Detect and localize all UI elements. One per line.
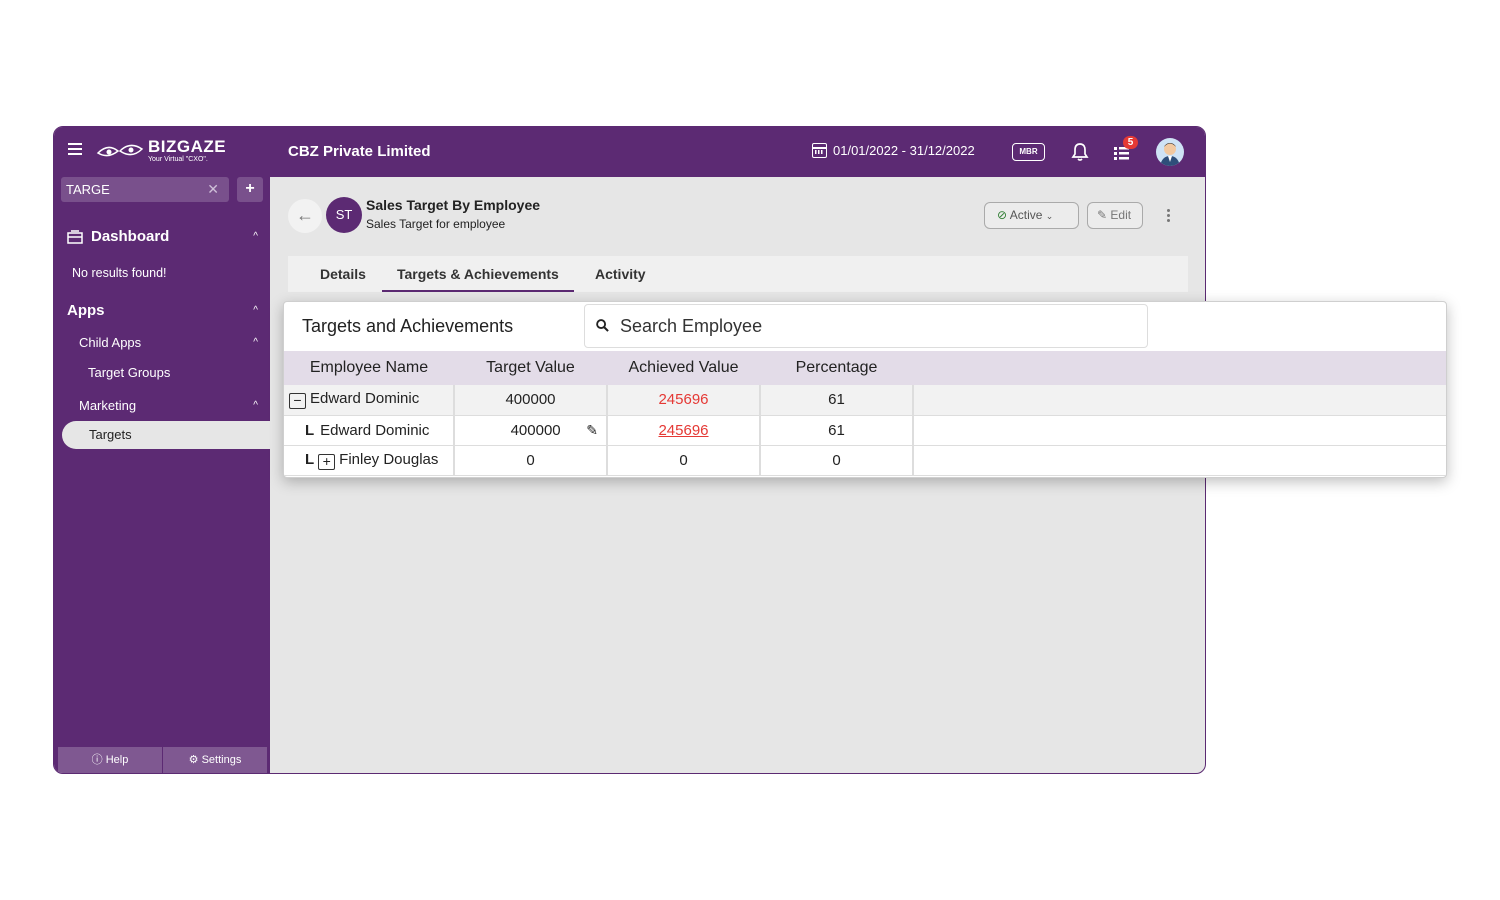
- employee-name-cell: L Edward Dominic: [284, 415, 455, 446]
- sidebar-item-targets[interactable]: Targets: [62, 421, 272, 449]
- status-dropdown[interactable]: ⊘ Active ⌄: [984, 202, 1079, 229]
- sidebar-label-child-apps: Child Apps: [79, 335, 142, 350]
- chevron-up-icon: ^: [253, 400, 258, 411]
- sidebar: TARGE ✕ + Dashboard ^ No results found! …: [54, 177, 272, 773]
- date-range-picker[interactable]: 01/01/2022 - 31/12/2022: [812, 143, 975, 158]
- percentage-cell: 61: [760, 385, 914, 416]
- help-icon: ⓘ: [91, 754, 103, 766]
- record-tabs: Details Targets & Achievements Activity: [288, 256, 1188, 292]
- settings-button[interactable]: ⚙ Settings: [163, 747, 267, 773]
- chevron-up-icon: ^: [253, 337, 258, 348]
- table-row[interactable]: − Edward Dominic 400000 245696 61: [284, 385, 1446, 416]
- calendar-icon: [812, 143, 827, 158]
- employee-name-cell: − Edward Dominic: [284, 385, 455, 416]
- tree-branch-icon: L: [305, 421, 315, 439]
- help-button[interactable]: ⓘ Help: [58, 747, 163, 773]
- logo-tagline: Your Virtual "CXO".: [148, 156, 208, 163]
- targets-panel: Targets and Achievements Search Employee…: [283, 301, 1447, 478]
- search-placeholder: Search Employee: [620, 316, 763, 336]
- back-arrow-icon[interactable]: ←: [288, 199, 322, 233]
- help-label: Help: [105, 754, 129, 766]
- table-header-row: Employee Name Target Value Achieved Valu…: [284, 351, 1446, 385]
- sidebar-search-input[interactable]: TARGE ✕: [61, 177, 229, 202]
- notification-badge: 5: [1123, 136, 1138, 149]
- sidebar-search-value: TARGE: [66, 182, 110, 197]
- dashboard-icon: [67, 230, 83, 244]
- sidebar-label-dashboard: Dashboard: [91, 228, 170, 245]
- percentage-cell: 61: [760, 415, 914, 446]
- target-value-cell: 400000: [454, 385, 608, 416]
- targets-table: Employee Name Target Value Achieved Valu…: [284, 351, 1446, 476]
- tab-activity[interactable]: Activity: [595, 256, 646, 292]
- mbr-button[interactable]: MBR: [1012, 143, 1045, 161]
- achieved-value-cell: 245696: [607, 385, 761, 416]
- panel-title: Targets and Achievements: [302, 316, 514, 336]
- record-avatar: ST: [326, 197, 362, 233]
- target-value: 400000: [510, 421, 561, 439]
- pencil-icon: ✎: [1097, 208, 1108, 222]
- user-avatar[interactable]: [1156, 138, 1184, 166]
- edit-label: Edit: [1110, 208, 1132, 222]
- employee-search-input[interactable]: Search Employee: [584, 304, 1148, 348]
- spacer-cell: [913, 385, 1446, 416]
- chevron-up-icon: ^: [253, 305, 258, 316]
- table-row[interactable]: L + Finley Douglas 0 0 0: [284, 445, 1446, 476]
- column-header[interactable]: Employee Name: [284, 351, 454, 385]
- employee-name: Edward Dominic: [320, 421, 430, 439]
- employee-name: Edward Dominic: [310, 390, 420, 408]
- target-value-cell: 0: [454, 445, 608, 476]
- tab-targets-achievements[interactable]: Targets & Achievements: [382, 256, 574, 292]
- check-circle-icon: ⊘: [997, 208, 1008, 222]
- sidebar-label-target-groups: Target Groups: [88, 365, 171, 380]
- bell-icon[interactable]: [1071, 142, 1089, 162]
- expand-icon[interactable]: +: [318, 453, 336, 470]
- table-row[interactable]: L Edward Dominic 400000 ✎ 245696 61: [284, 415, 1446, 446]
- chevron-up-icon: ^: [253, 231, 258, 242]
- bizgaze-logo[interactable]: BIZGAZE Your Virtual "CXO".: [96, 137, 236, 167]
- record-title: Sales Target By Employee: [366, 197, 541, 213]
- logo-text: BIZGAZE: [148, 137, 227, 156]
- date-range-text: 01/01/2022 - 31/12/2022: [833, 143, 975, 158]
- sidebar-footer: ⓘ Help ⚙ Settings: [58, 747, 267, 773]
- tree-branch-icon: L: [305, 450, 315, 468]
- achieved-value-cell: 0: [607, 445, 761, 476]
- edit-button[interactable]: ✎ Edit: [1087, 202, 1143, 229]
- top-bar: BIZGAZE Your Virtual "CXO". CBZ Private …: [54, 127, 1205, 177]
- achieved-value-cell[interactable]: 245696: [607, 415, 761, 446]
- more-options-icon[interactable]: [1167, 209, 1171, 224]
- employee-name: Finley Douglas: [339, 450, 439, 468]
- achieved-value-link[interactable]: 245696: [658, 422, 708, 439]
- column-header[interactable]: Target Value: [454, 351, 607, 385]
- spacer-cell: [913, 415, 1446, 446]
- logo-eyes-icon: [96, 144, 144, 157]
- status-label: Active: [1009, 208, 1043, 222]
- gear-icon: ⚙: [188, 754, 199, 766]
- settings-label: Settings: [201, 754, 242, 766]
- search-icon: [596, 319, 609, 332]
- target-value-cell[interactable]: 400000 ✎: [454, 415, 608, 446]
- chevron-down-icon: ⌄: [1045, 211, 1054, 221]
- column-header[interactable]: Achieved Value: [607, 351, 760, 385]
- menu-icon[interactable]: [68, 143, 82, 157]
- sidebar-label-apps: Apps: [67, 302, 105, 319]
- add-button[interactable]: +: [237, 177, 263, 202]
- no-results-text: No results found!: [72, 266, 167, 280]
- collapse-icon[interactable]: −: [289, 393, 306, 410]
- company-name[interactable]: CBZ Private Limited: [288, 143, 431, 160]
- column-header-spacer: [913, 351, 1446, 385]
- column-header[interactable]: Percentage: [760, 351, 913, 385]
- record-subtitle: Sales Target for employee: [366, 217, 506, 231]
- sidebar-label-marketing: Marketing: [79, 398, 137, 413]
- pencil-icon[interactable]: ✎: [586, 422, 598, 439]
- clear-search-icon[interactable]: ✕: [207, 177, 219, 202]
- user-avatar-icon: [1160, 143, 1180, 166]
- percentage-cell: 0: [760, 445, 914, 476]
- spacer-cell: [913, 445, 1446, 476]
- employee-name-cell: L + Finley Douglas: [284, 445, 455, 476]
- tab-details[interactable]: Details: [320, 256, 366, 292]
